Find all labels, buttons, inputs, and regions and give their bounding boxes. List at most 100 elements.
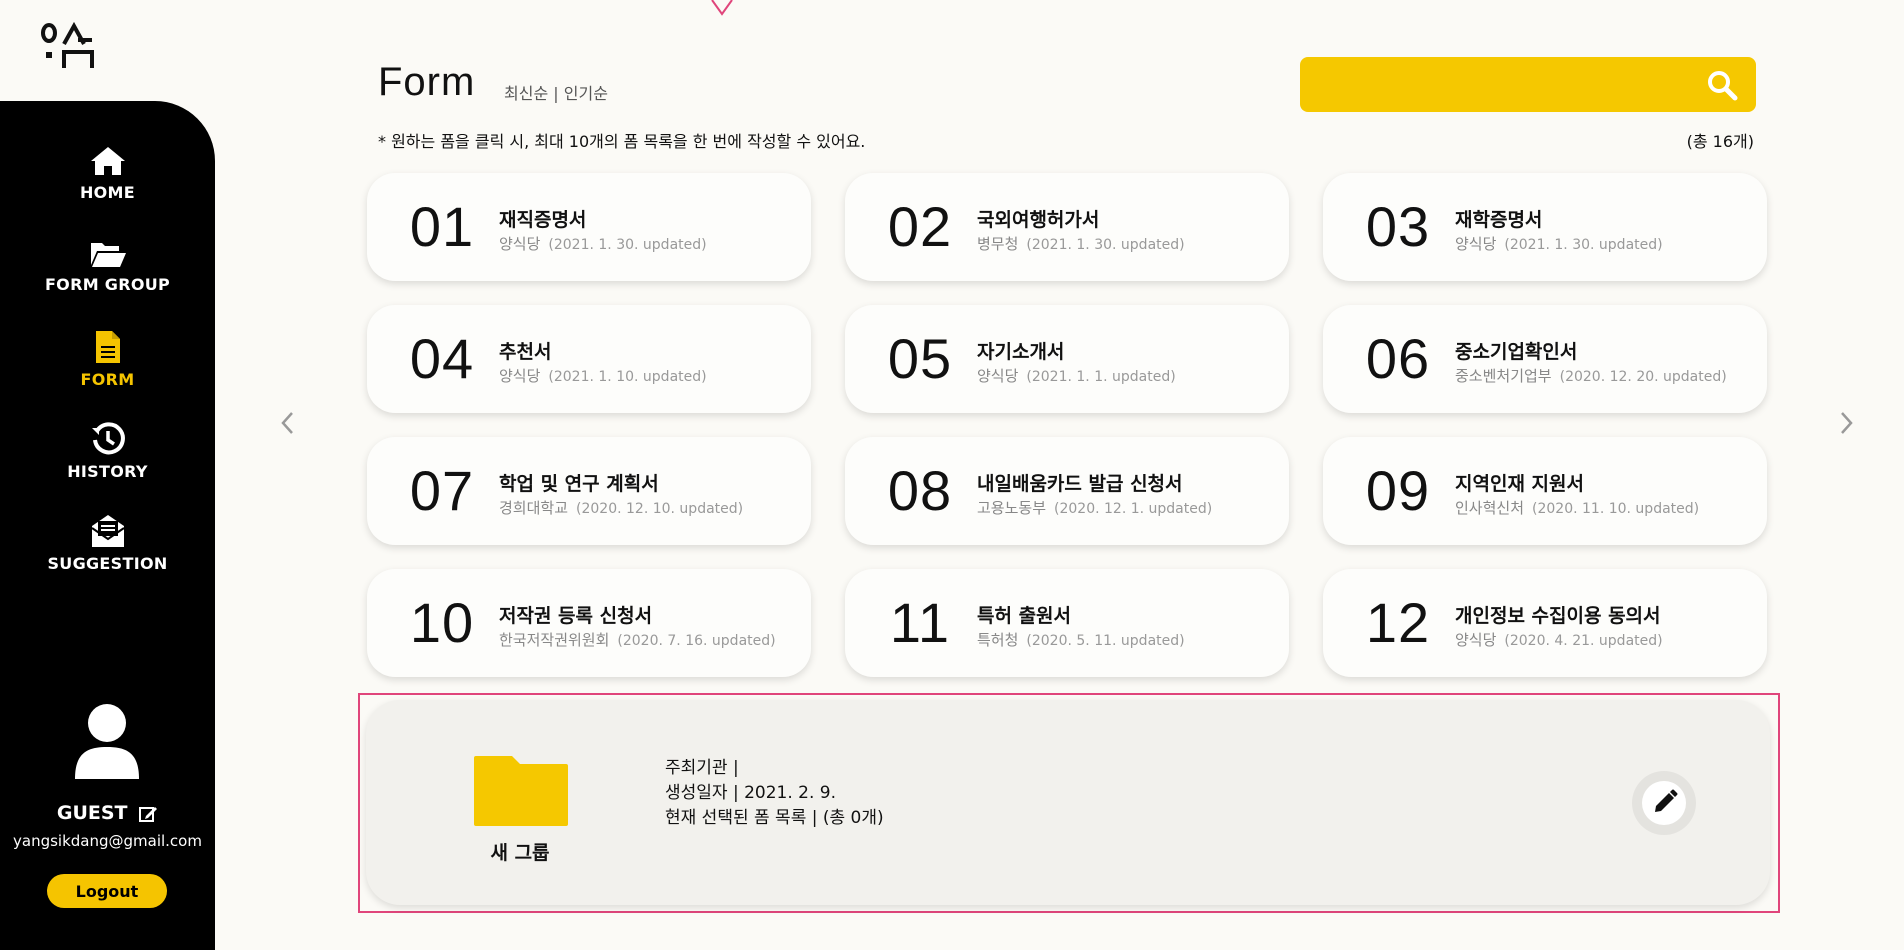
group-created-label: 생성일자 | [665,783,739,803]
form-meta: 고용노동부 (2020. 12. 1. updated) [977,497,1212,518]
home-icon [90,147,125,175]
form-card[interactable]: 03 재학증명서 양식당 (2021. 1. 30. updated) [1323,173,1767,281]
form-title: 저작권 등록 신청서 [499,605,653,627]
sort-latest-link[interactable]: 최신순 [504,84,548,103]
mail-envelope-icon [90,515,125,547]
form-card[interactable]: 07 학업 및 연구 계획서 경희대학교 (2020. 12. 10. updat… [367,437,811,545]
sidebar-item-home[interactable]: HOME [0,145,215,202]
form-title: 중소기업확인서 [1455,341,1578,363]
chevron-left-icon[interactable] [280,410,296,436]
form-card[interactable]: 01 재직증명서 양식당 (2021. 1. 30. updated) [367,173,811,281]
form-org: 양식당 [499,367,541,385]
form-title: 추천서 [499,341,552,363]
form-date: (2020. 11. 10. updated) [1532,501,1700,517]
form-org: 특허청 [977,631,1019,649]
form-number: 10 [409,591,475,654]
form-meta: 한국저작권위원회 (2020. 7. 16. updated) [499,629,776,650]
sidebar-item-form[interactable]: FORM [0,330,215,389]
user-email: yangsikdang@gmail.com [13,832,202,850]
form-card[interactable]: 11 특허 출원서 특허청 (2020. 5. 11. updated) [845,569,1289,677]
form-date: (2021. 1. 30. updated) [1504,237,1663,253]
form-date: (2021. 1. 30. updated) [1026,237,1185,253]
search-icon[interactable] [1706,69,1738,101]
avatar [75,704,139,779]
form-org: 양식당 [1455,235,1497,253]
edit-profile-icon[interactable] [138,804,158,824]
form-card[interactable]: 08 내일배움카드 발급 신청서 고용노동부 (2020. 12. 1. upda… [845,437,1289,545]
group-info: 주최기관 | 생성일자 | 2021. 2. 9. 현재 선택된 폼 목록 | … [665,756,884,831]
form-card[interactable]: 12 개인정보 수집이용 동의서 양식당 (2020. 4. 21. update… [1323,569,1767,677]
sidebar-item-label: SUGGESTION [47,554,168,573]
form-card[interactable]: 05 자기소개서 양식당 (2021. 1. 1. updated) [845,305,1289,413]
folder-open-icon [90,243,126,267]
form-date: (2020. 12. 1. updated) [1054,501,1213,517]
sidebar-item-form-group[interactable]: FORM GROUP [0,239,215,294]
sidebar-item-label: FORM [80,370,135,389]
form-date: (2020. 12. 20. updated) [1559,369,1727,385]
triangle-marker-icon [711,0,733,16]
user-name-row: GUEST [0,802,215,824]
form-org: 인사혁신처 [1455,499,1525,517]
form-date: (2020. 12. 10. updated) [576,501,744,517]
form-total-count: (총 16개) [1686,132,1754,151]
form-card[interactable]: 09 지역인재 지원서 인사혁신처 (2020. 11. 10. updated) [1323,437,1767,545]
sidebar-item-history[interactable]: HISTORY [0,422,215,481]
form-number: 01 [409,195,475,258]
form-org: 경희대학교 [499,499,569,517]
form-card[interactable]: 06 중소기업확인서 중소벤처기업부 (2020. 12. 20. updated… [1323,305,1767,413]
form-number: 07 [409,459,475,522]
form-date: (2020. 7. 16. updated) [617,633,776,649]
form-date: (2020. 4. 21. updated) [1504,633,1663,649]
form-meta: 중소벤처기업부 (2020. 12. 20. updated) [1455,365,1727,386]
form-title: 재학증명서 [1455,209,1543,231]
form-meta: 인사혁신처 (2020. 11. 10. updated) [1455,497,1699,518]
form-date: (2021. 1. 1. updated) [1026,369,1176,385]
form-number: 06 [1365,327,1431,390]
form-meta: 양식당 (2021. 1. 10. updated) [499,365,707,386]
logout-button[interactable]: Logout [47,874,167,908]
form-card[interactable]: 02 국외여행허가서 병무청 (2021. 1. 30. updated) [845,173,1289,281]
pencil-icon [1655,789,1678,812]
form-number: 09 [1365,459,1431,522]
form-title: 지역인재 지원서 [1455,473,1584,495]
document-icon [95,331,120,363]
form-number: 12 [1365,591,1431,654]
form-title: 국외여행허가서 [977,209,1100,231]
app-logo[interactable] [40,22,96,74]
group-created-value: 2021. 2. 9. [744,783,837,803]
form-org: 양식당 [977,367,1019,385]
form-title: 내일배움카드 발급 신청서 [977,473,1183,495]
form-number: 11 [889,591,951,654]
chevron-right-icon[interactable] [1838,410,1854,436]
sort-popular-link[interactable]: 인기순 [564,84,608,103]
form-card[interactable]: 10 저작권 등록 신청서 한국저작권위원회 (2020. 7. 16. upda… [367,569,811,677]
form-number: 03 [1365,195,1431,258]
form-title: 재직증명서 [499,209,587,231]
form-meta: 양식당 (2021. 1. 30. updated) [1455,233,1663,254]
search-bar [1300,57,1756,112]
user-name: GUEST [56,802,128,824]
folder-icon[interactable] [472,754,570,828]
form-org: 중소벤처기업부 [1455,367,1552,385]
page-title: Form [378,60,476,104]
form-org: 고용노동부 [977,499,1047,517]
form-title: 자기소개서 [977,341,1065,363]
form-meta: 양식당 (2021. 1. 30. updated) [499,233,707,254]
edit-group-button[interactable] [1632,771,1696,835]
form-meta: 특허청 (2020. 5. 11. updated) [977,629,1185,650]
form-title: 개인정보 수집이용 동의서 [1455,605,1661,627]
form-org: 병무청 [977,235,1019,253]
form-hint: * 원하는 폼을 클릭 시, 최대 10개의 폼 목록을 한 번에 작성할 수 … [378,132,866,151]
form-number: 05 [887,327,953,390]
form-org: 한국저작권위원회 [499,631,610,649]
form-card[interactable]: 04 추천서 양식당 (2021. 1. 10. updated) [367,305,811,413]
group-host: 주최기관 | [665,758,739,778]
sort-options: 최신순 | 인기순 [504,80,608,104]
form-title: 특허 출원서 [977,605,1072,627]
form-org: 양식당 [499,235,541,253]
search-input[interactable] [1316,65,1686,104]
group-panel [366,700,1770,905]
form-title: 학업 및 연구 계획서 [499,473,659,495]
form-date: (2021. 1. 30. updated) [548,237,707,253]
sidebar-item-suggestion[interactable]: SUGGESTION [0,514,215,573]
